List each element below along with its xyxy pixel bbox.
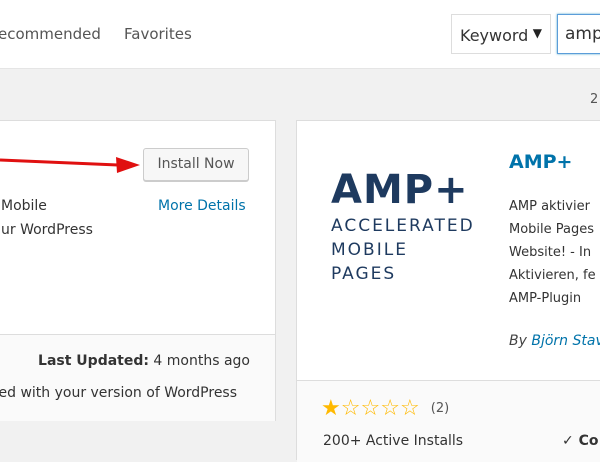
more-details-link[interactable]: More Details — [158, 198, 246, 214]
plugin-author: By Björn Stav — [509, 333, 600, 349]
amp-plus-logo[interactable]: AMP+ ACCELERATED MOBILE PAGES — [331, 167, 481, 287]
plugin-card-amp-plus: AMP+ ACCELERATED MOBILE PAGES AMP+ AMP a… — [296, 120, 600, 462]
search-box[interactable] — [557, 14, 600, 54]
author-prefix: By — [509, 333, 527, 349]
star-empty-icon: ☆ — [399, 396, 420, 421]
star-empty-icon: ☆ — [380, 396, 400, 421]
description-line: Mobile Pages — [509, 222, 595, 237]
stars-container: ★☆☆☆☆ — [321, 398, 420, 420]
star-rating: ★☆☆☆☆ (2) — [321, 398, 449, 420]
install-now-button[interactable]: Install Now — [143, 148, 249, 181]
chevron-down-icon: ▼ — [532, 26, 542, 40]
description-line: Website! - In — [509, 245, 592, 260]
compatibility-text: ted with your version of WordPress — [0, 385, 238, 401]
plugin-title-link[interactable]: AMP+ — [509, 151, 572, 173]
logo-wordmark: AMP+ — [331, 167, 469, 213]
rating-count: (2) — [430, 401, 450, 416]
description-line: AMP aktivier — [509, 199, 590, 214]
plugin-description: AMP aktivier Mobile Pages Website! - In … — [509, 195, 596, 310]
star-empty-icon: ☆ — [360, 396, 381, 421]
star-empty-icon: ☆ — [340, 396, 361, 421]
search-input[interactable] — [558, 15, 600, 44]
plugin-card-footer: Last Updated: 4 months ago ted with your… — [0, 334, 275, 421]
tab-recommended[interactable]: ecommended — [0, 25, 101, 43]
logo-line: ACCELERATED — [331, 216, 475, 236]
logo-line: MOBILE — [331, 240, 408, 260]
description-line: ur WordPress — [1, 222, 93, 238]
last-updated-label: Last Updated: — [38, 353, 149, 369]
star-filled-icon: ★ — [321, 396, 341, 421]
compatibility-text: ✓ Co — [562, 433, 599, 449]
description-line: Mobile — [1, 198, 47, 214]
last-updated: Last Updated: 4 months ago — [38, 353, 250, 369]
last-updated-value: 4 months ago — [153, 353, 250, 369]
check-icon: ✓ — [562, 433, 574, 449]
author-link[interactable]: Björn Stav — [531, 333, 600, 349]
description-line: AMP-Plugin — [509, 291, 582, 306]
description-line: Aktivieren, fe — [509, 268, 596, 283]
logo-line: PAGES — [331, 264, 397, 284]
search-type-select[interactable]: Keyword ▼ — [451, 14, 551, 54]
results-count: 2 — [590, 92, 599, 107]
tab-favorites[interactable]: Favorites — [124, 25, 192, 43]
active-installs: 200+ Active Installs — [323, 433, 464, 449]
filter-bar: ecommended Favorites Keyword ▼ — [0, 0, 600, 69]
compatibility-label: Co — [578, 433, 599, 449]
red-arrow-annotation — [0, 157, 140, 173]
plugin-description: Mobile ur WordPress — [1, 194, 93, 242]
search-type-value: Keyword — [460, 26, 529, 45]
